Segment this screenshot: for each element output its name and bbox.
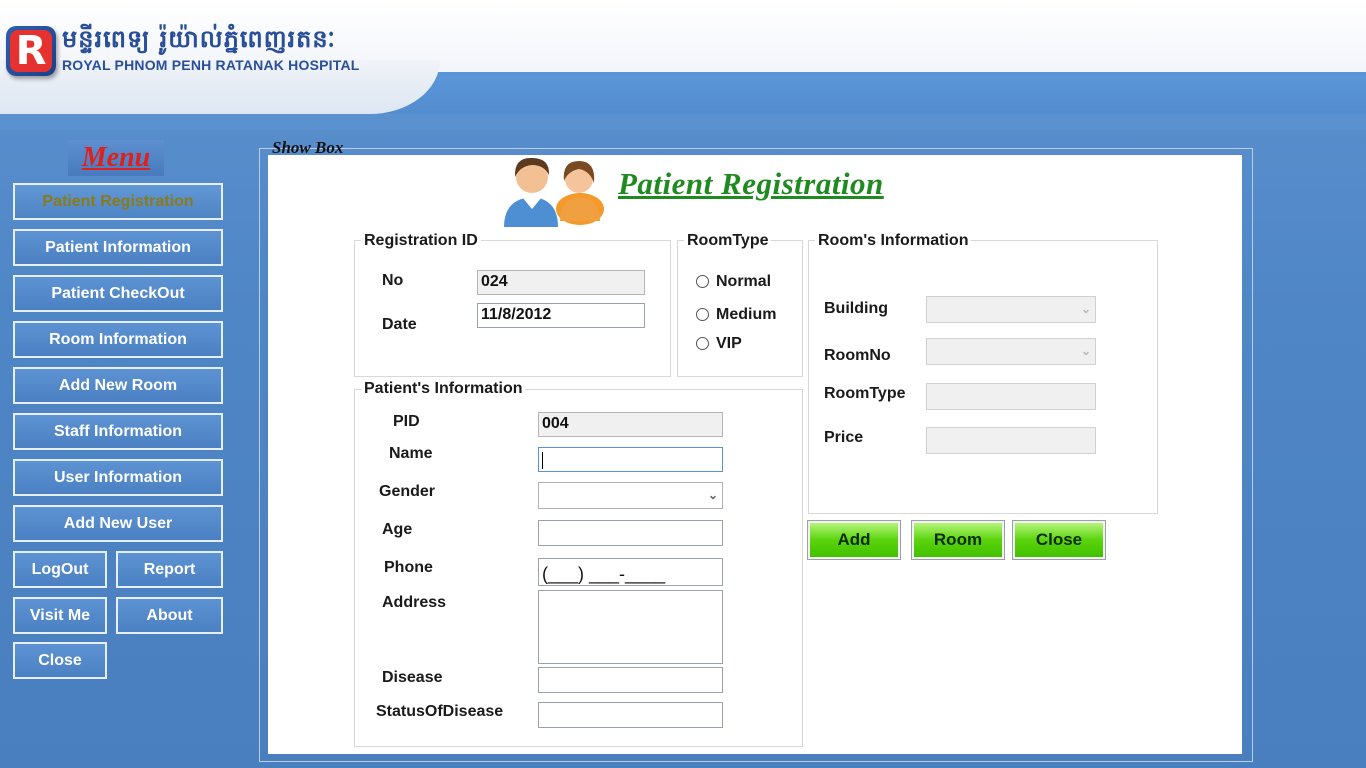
add-button-label[interactable]: Add — [810, 523, 898, 557]
menu-patient-information-button[interactable]: Patient Information — [13, 229, 223, 266]
disease-label: Disease — [382, 669, 443, 686]
age-label: Age — [382, 521, 413, 538]
status-of-disease-field[interactable] — [538, 702, 723, 728]
registration-date-field[interactable]: 11/8/2012 — [477, 303, 645, 328]
roomno-dropdown[interactable]: ⌄ — [926, 338, 1096, 365]
hospital-name-english: ROYAL PHNOM PENH RATANAK HOSPITAL — [62, 57, 360, 73]
name-label: Name — [389, 445, 433, 462]
chevron-down-icon: ⌄ — [707, 488, 718, 502]
address-label: Address — [382, 594, 447, 611]
address-field[interactable] — [538, 590, 723, 664]
roomtype-vip-radio[interactable] — [696, 337, 709, 350]
app-header: R មន្ទីរពេទ្យ រ៉ូយ៉ាល់ភ្នំពេញរតនៈ ROYAL … — [0, 0, 1366, 130]
registration-no-field[interactable]: 024 — [477, 270, 645, 295]
menu-title: Menu — [68, 140, 164, 176]
room-information-group-label: Room's Information — [815, 232, 972, 250]
phone-label: Phone — [384, 559, 433, 576]
logo-letter: R — [15, 28, 47, 74]
roomtype-medium-label[interactable]: Medium — [716, 306, 776, 324]
no-label: No — [382, 272, 404, 289]
room-button[interactable]: Room — [911, 520, 1005, 560]
building-dropdown[interactable]: ⌄ — [926, 296, 1096, 323]
chevron-down-icon: ⌄ — [1080, 302, 1091, 316]
disease-field[interactable] — [538, 667, 723, 693]
room-button-label[interactable]: Room — [914, 523, 1002, 557]
pid-field[interactable]: 004 — [538, 412, 723, 437]
age-field[interactable] — [538, 520, 723, 546]
roomno-label: RoomNo — [824, 347, 891, 364]
roomtype-group-label: RoomType — [684, 232, 772, 250]
hospital-name-khmer: មន្ទីរពេទ្យ រ៉ូយ៉ាល់ភ្នំពេញរតនៈ — [62, 25, 336, 53]
visit-me-button[interactable]: Visit Me — [13, 597, 107, 634]
room-information-group — [808, 240, 1158, 514]
building-label: Building — [824, 300, 888, 317]
pid-label: PID — [393, 413, 420, 430]
about-button[interactable]: About — [116, 597, 223, 634]
add-button[interactable]: Add — [807, 520, 901, 560]
header-divider — [0, 114, 1366, 130]
hospital-logo: R — [6, 26, 56, 76]
status-of-disease-label: StatusOfDisease — [376, 703, 504, 720]
roomtype-normal-label[interactable]: Normal — [716, 273, 771, 291]
registration-id-group-label: Registration ID — [361, 232, 481, 250]
menu-room-information-button[interactable]: Room Information — [13, 321, 223, 358]
name-field[interactable] — [538, 447, 723, 472]
logout-button[interactable]: LogOut — [13, 551, 107, 588]
close-button[interactable]: Close — [1012, 520, 1106, 560]
price-label: Price — [824, 429, 864, 446]
patients-icon — [504, 157, 604, 227]
gender-label: Gender — [379, 483, 436, 500]
roomtype-vip-label[interactable]: VIP — [716, 335, 742, 353]
roomtype-normal-radio[interactable] — [696, 275, 709, 288]
menu-add-new-room-button[interactable]: Add New Room — [13, 367, 223, 404]
chevron-down-icon: ⌄ — [1080, 344, 1091, 358]
menu-user-information-button[interactable]: User Information — [13, 459, 223, 496]
room-roomtype-label: RoomType — [824, 385, 906, 402]
roomtype-medium-radio[interactable] — [696, 308, 709, 321]
text-cursor — [542, 452, 543, 469]
gender-dropdown[interactable]: ⌄ — [538, 482, 723, 509]
phone-field[interactable]: (___) ___-____ — [538, 558, 723, 586]
room-roomtype-field[interactable] — [926, 383, 1096, 410]
price-field[interactable] — [926, 427, 1096, 454]
menu-close-button[interactable]: Close — [13, 642, 107, 679]
page-title: Patient Registration — [618, 166, 884, 201]
menu-staff-information-button[interactable]: Staff Information — [13, 413, 223, 450]
patient-information-group-label: Patient's Information — [361, 380, 526, 398]
menu-add-new-user-button[interactable]: Add New User — [13, 505, 223, 542]
menu-patient-checkout-button[interactable]: Patient CheckOut — [13, 275, 223, 312]
close-button-label[interactable]: Close — [1015, 523, 1103, 557]
report-button[interactable]: Report — [116, 551, 223, 588]
menu-patient-registration-button[interactable]: Patient Registration — [13, 183, 223, 220]
date-label: Date — [382, 316, 417, 333]
